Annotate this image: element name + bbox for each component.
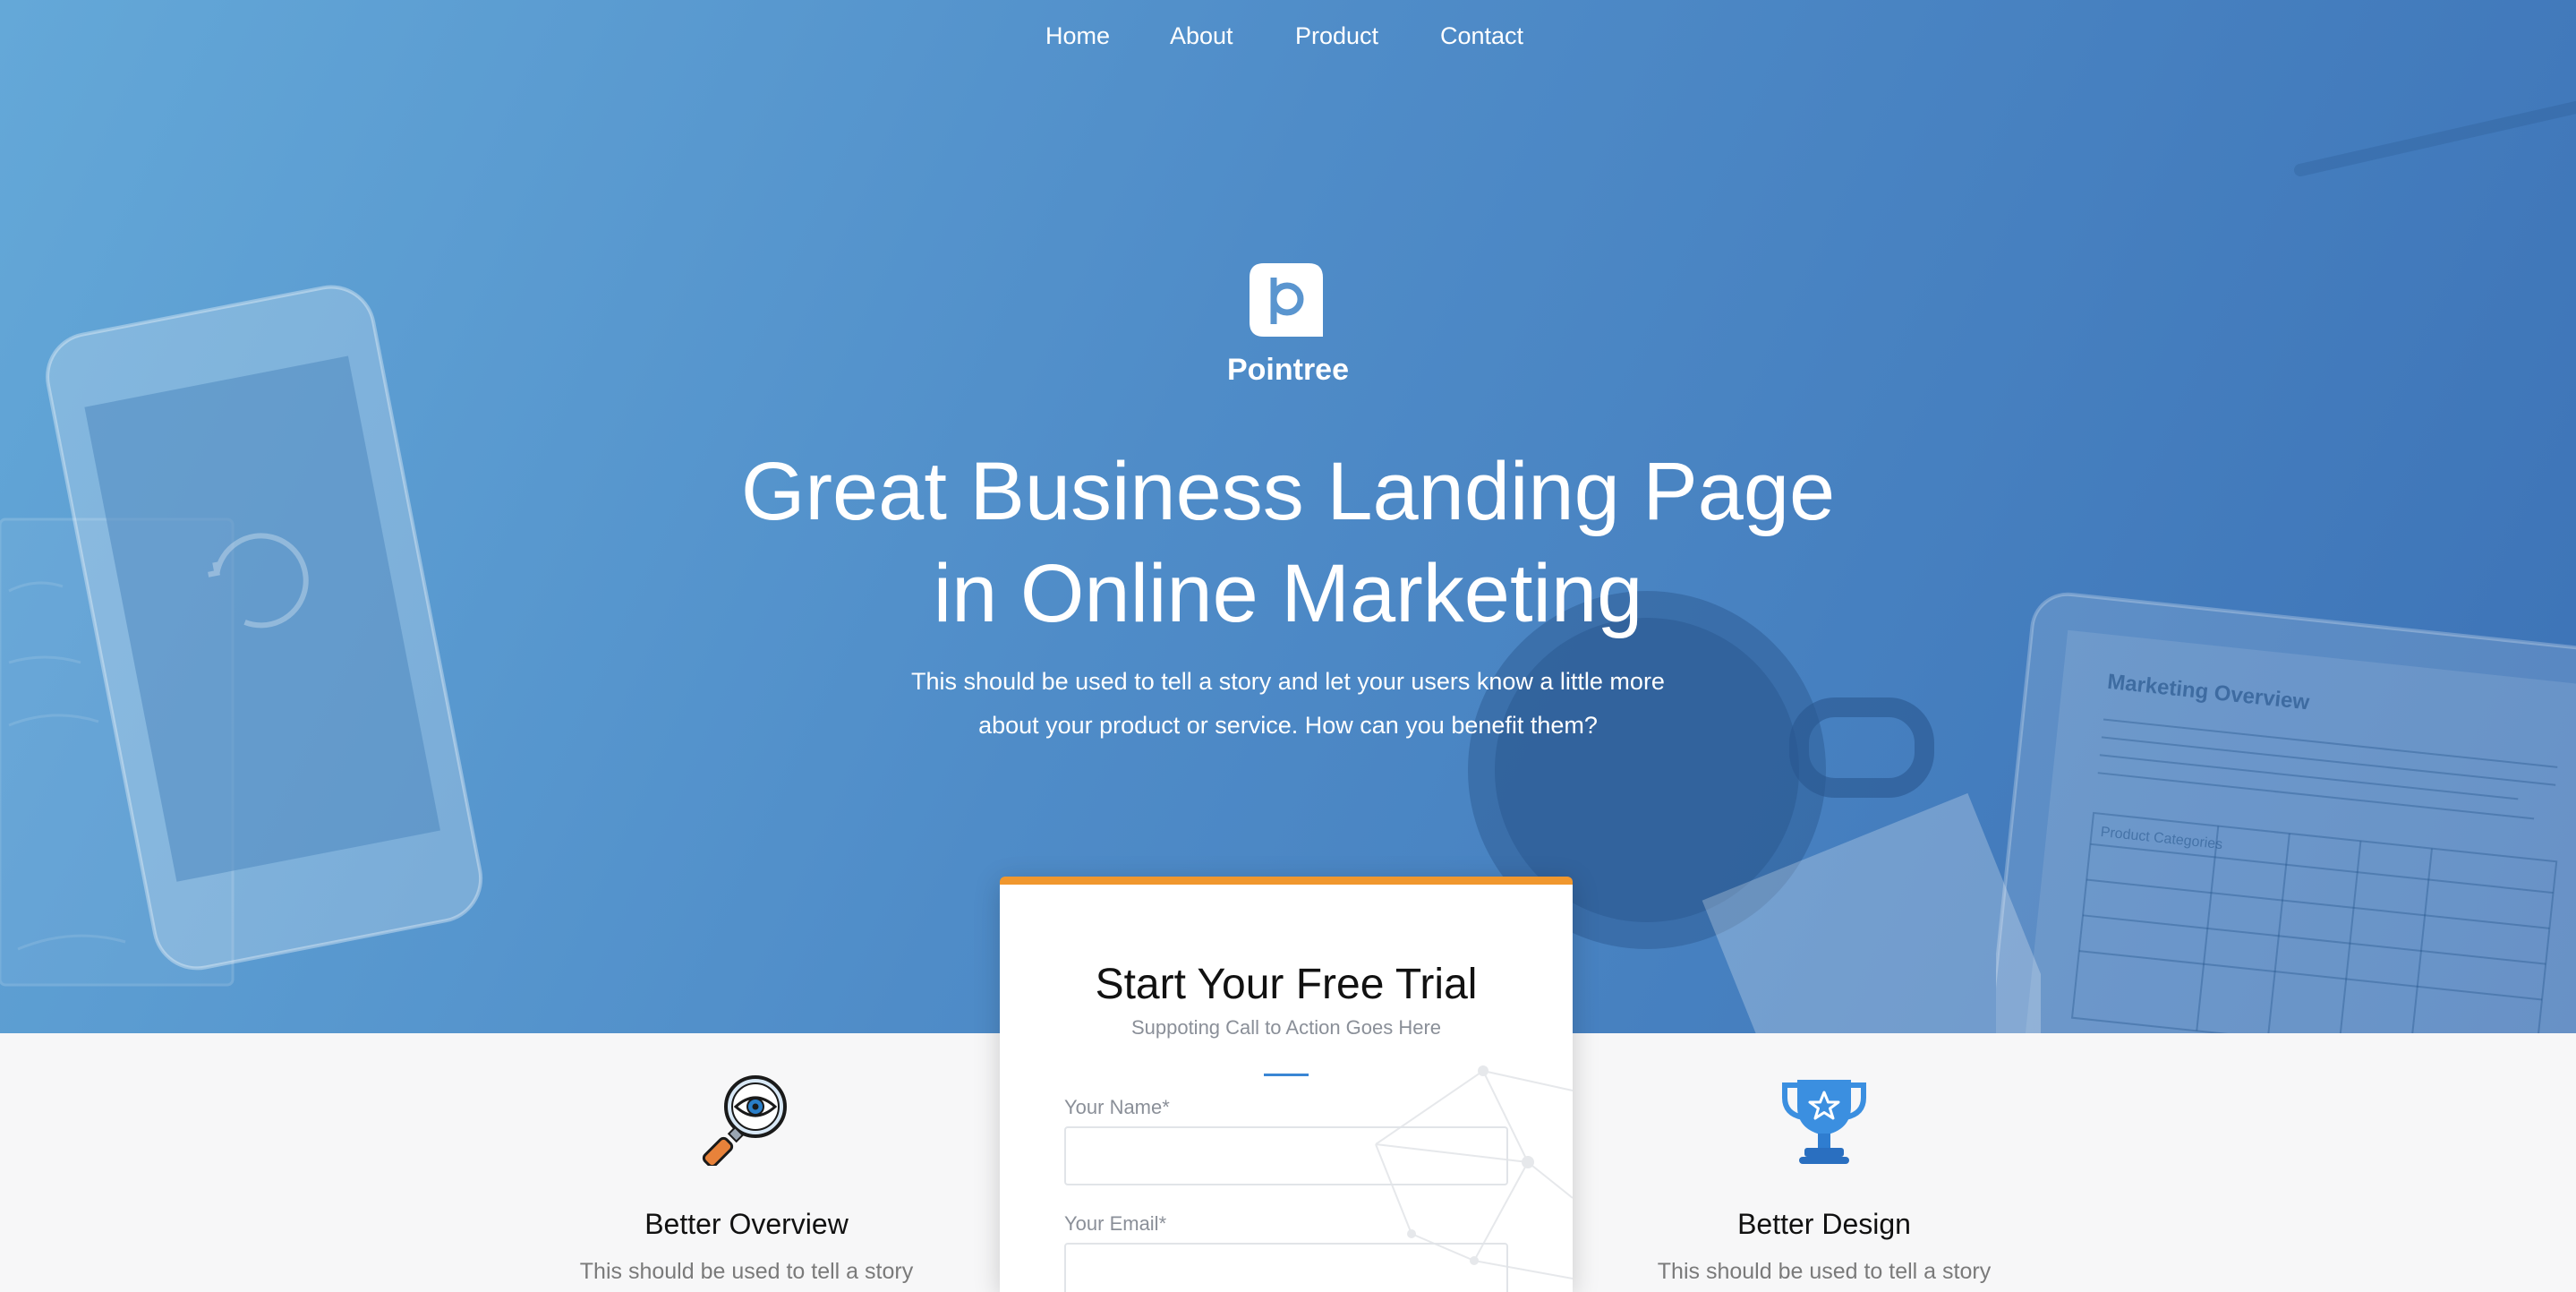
feature-text: This should be used to tell a story (579, 1259, 914, 1284)
brand-name: Pointree (1226, 353, 1350, 387)
nav-about-link[interactable]: About (1170, 20, 1233, 52)
background-paper-image (1702, 792, 2041, 1033)
nav-contact-link[interactable]: Contact (1440, 20, 1523, 52)
nav-product-link[interactable]: Product (1295, 20, 1378, 52)
hero-subtext-line1: This should be used to tell a story and … (911, 668, 1665, 695)
free-trial-form-card: Start Your Free Trial Suppoting Call to … (1000, 877, 1573, 1292)
trial-form-subtitle: Suppoting Call to Action Goes Here (1130, 1016, 1442, 1039)
feature-title: Better Overview (644, 1208, 849, 1240)
trophy-icon (1782, 1080, 1866, 1164)
email-field-label: Your Email* (1064, 1212, 1167, 1235)
trial-form-title: Start Your Free Trial (1095, 961, 1478, 1008)
name-field-label: Your Name* (1064, 1096, 1170, 1118)
background-tablet-image: Marketing Overview Product Categories (1996, 592, 2576, 1033)
title-divider (1264, 1074, 1309, 1076)
feature-better-design: Better Design This should be used to tel… (1627, 1073, 2021, 1286)
background-pen-image (2294, 101, 2576, 176)
pointree-logo-icon (1250, 263, 1323, 337)
hero-headline-line2: in Online Marketing (933, 548, 1643, 639)
nav-home-link[interactable]: Home (1045, 20, 1110, 52)
hero-headline-line1: Great Business Landing Page (740, 446, 1836, 537)
magnifier-eye-icon (702, 1075, 787, 1166)
email-field[interactable] (1064, 1243, 1508, 1292)
hero-subtext: This should be used to tell a story and … (885, 660, 1691, 748)
top-nav: Home About Product Contact (0, 20, 2576, 52)
hero-headline: Great Business Landing Page in Online Ma… (572, 441, 2004, 645)
feature-title: Better Design (1737, 1208, 1911, 1240)
name-field[interactable] (1064, 1126, 1508, 1185)
hero-subtext-line2: about your product or service. How can y… (978, 712, 1598, 739)
feature-text: This should be used to tell a story (1657, 1259, 1992, 1284)
feature-better-overview: Better Overview This should be used to t… (550, 1073, 943, 1286)
